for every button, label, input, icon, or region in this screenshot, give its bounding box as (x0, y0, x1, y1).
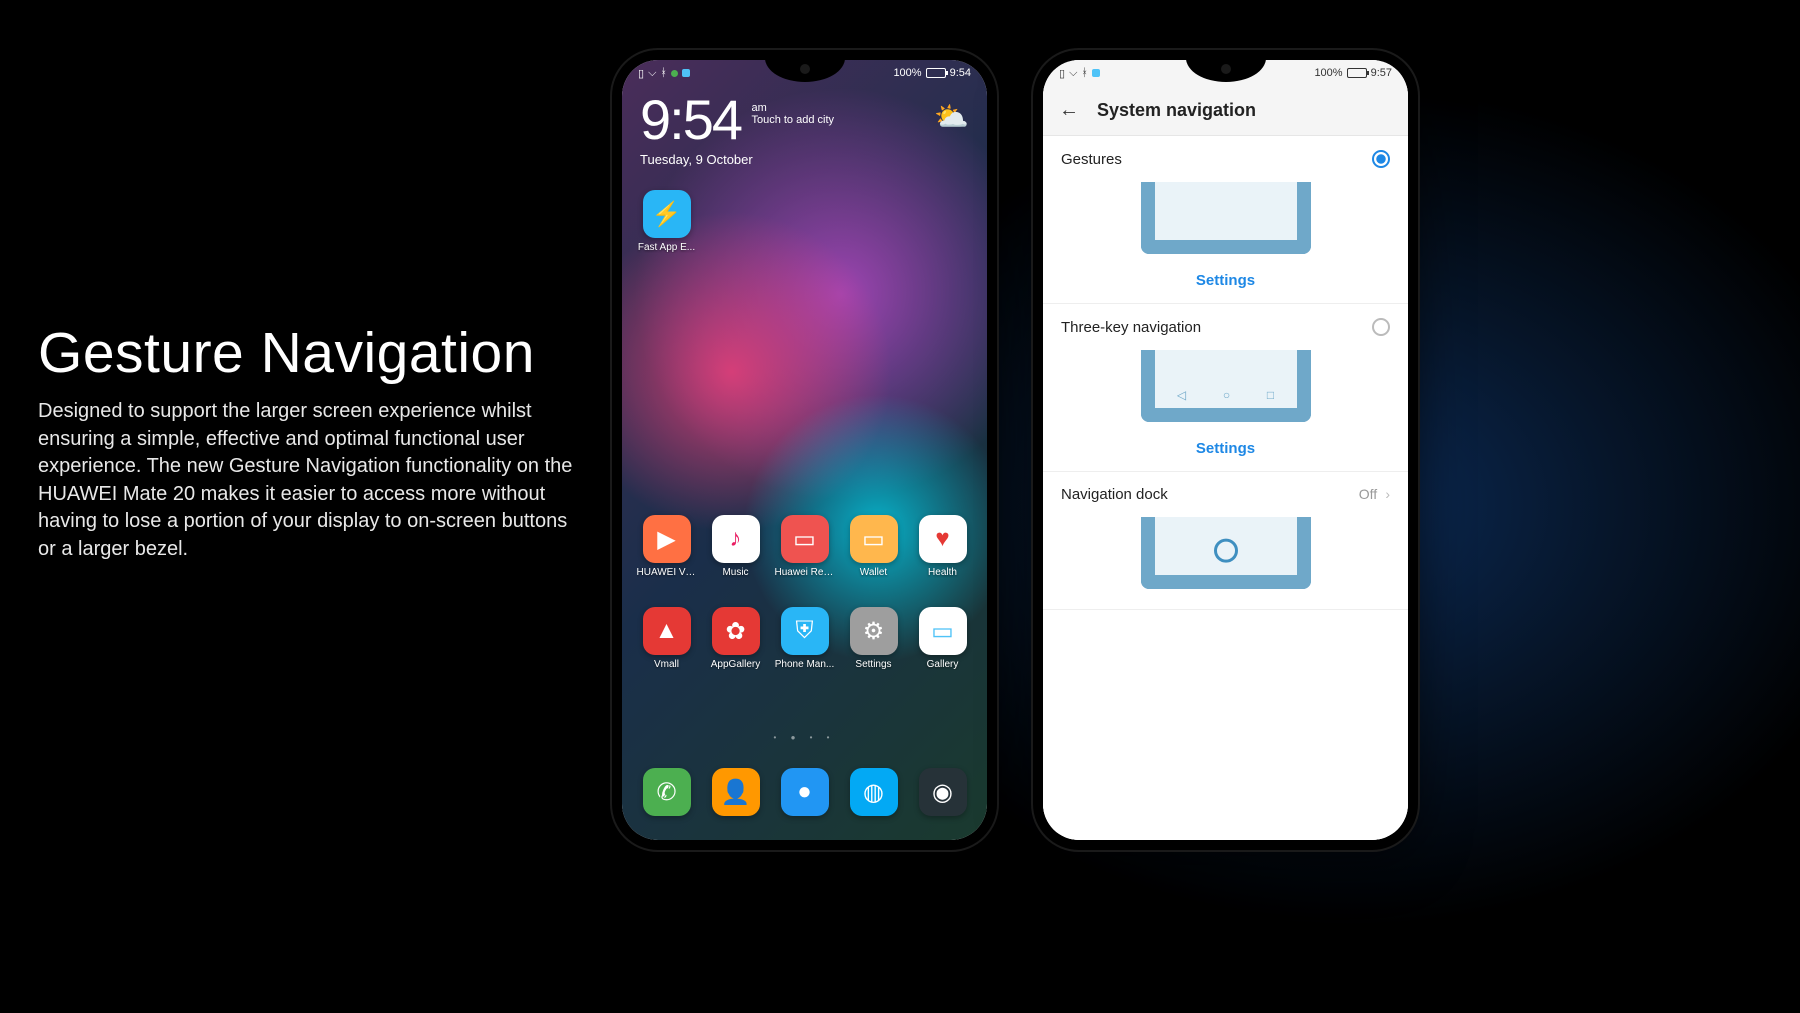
vmall-icon: ▲ (643, 607, 691, 655)
back-key-icon: ◁ (1177, 388, 1186, 402)
wifi-icon: ⌵ (1069, 67, 1077, 80)
app-wallet[interactable]: ▭ Wallet (844, 515, 904, 578)
chevron-right-icon: › (1381, 486, 1390, 502)
app-phone-man-[interactable]: ⛨ Phone Man... (775, 607, 835, 670)
app-camera[interactable]: ◉Camera (913, 768, 973, 820)
home-apps-top: ⚡ Fast App E... (634, 190, 975, 253)
app-gallery[interactable]: ▭ Gallery (913, 607, 973, 670)
gallery-icon: ▭ (919, 607, 967, 655)
bluetooth-icon: ᚼ (660, 67, 667, 79)
sim-icon: ▯ (1059, 67, 1065, 80)
app-appgallery[interactable]: ✿ AppGallery (706, 607, 766, 670)
option-label: Navigation dock (1061, 486, 1168, 503)
app-phone[interactable]: ✆Phone (637, 768, 697, 820)
home-apps-row2: ▲ Vmall ✿ AppGallery ⛨ Phone Man... ⚙ Settings ▭… (634, 607, 975, 670)
appgallery-icon: ✿ (712, 607, 760, 655)
dock-illustration (1141, 517, 1311, 589)
weather-icon[interactable]: ⛅ (934, 92, 969, 133)
phone-man--icon: ⛨ (781, 607, 829, 655)
app-label: HUAWEI Vid... (637, 567, 697, 578)
phone-mockup-settings: ▯ ⌵ ᚼ 100% 9:57 ← System navigation Gest… (1033, 50, 1418, 850)
clock-widget[interactable]: 9:54 am Touch to add city Tuesday, 9 Oct… (640, 92, 969, 167)
option-three-key[interactable]: Three-key navigation ◁ ○ □ Settings (1043, 304, 1408, 472)
headline: Gesture Navigation (38, 320, 578, 386)
dock-value: Off (1359, 486, 1377, 502)
app-messages[interactable]: ●Messages (775, 768, 835, 820)
radio-selected-icon[interactable] (1372, 150, 1390, 168)
browser-icon: ◍ (850, 768, 898, 816)
app-vmall[interactable]: ▲ Vmall (637, 607, 697, 670)
camera-icon: ◉ (919, 768, 967, 816)
status-chip-icon (682, 69, 690, 77)
app-settings[interactable]: ⚙ Settings (844, 607, 904, 670)
radio-unselected-icon[interactable] (1372, 318, 1390, 336)
app-health[interactable]: ♥ Health (913, 515, 973, 578)
app-music[interactable]: ♪ Music (706, 515, 766, 578)
option-label: Gestures (1061, 151, 1122, 168)
body-text: Designed to support the larger screen ex… (38, 398, 578, 564)
app-label: Music (706, 567, 766, 578)
status-time: 9:54 (950, 67, 971, 79)
app-label: Fast App E... (637, 242, 697, 253)
app-huawei-read[interactable]: ▭ Huawei Read (775, 515, 835, 578)
app-fast-app[interactable]: ⚡ Fast App E... (637, 190, 697, 253)
status-chip-icon (1092, 69, 1100, 77)
clock-date: Tuesday, 9 October (640, 152, 834, 167)
music-icon: ♪ (712, 515, 760, 563)
wifi-icon: ⌵ (648, 67, 656, 80)
back-button[interactable]: ← (1059, 99, 1079, 122)
threekey-settings-link[interactable]: Settings (1061, 432, 1390, 461)
settings-icon: ⚙ (850, 607, 898, 655)
health-icon: ♥ (919, 515, 967, 563)
battery-percent: 100% (893, 67, 921, 79)
gestures-illustration (1141, 182, 1311, 254)
app-label: Phone Man... (775, 659, 835, 670)
settings-title: System navigation (1097, 100, 1256, 121)
battery-icon (926, 68, 946, 78)
three-key-illustration: ◁ ○ □ (1141, 350, 1311, 422)
app-label: AppGallery (706, 659, 766, 670)
app-label: Settings (844, 659, 904, 670)
fast-app-icon: ⚡ (643, 190, 691, 238)
option-label: Three-key navigation (1061, 319, 1201, 336)
messages-icon: ● (781, 768, 829, 816)
huawei-vid--icon: ▶ (643, 515, 691, 563)
wallpaper (622, 60, 987, 840)
wallet-icon: ▭ (850, 515, 898, 563)
clock-ampm: am (751, 102, 766, 114)
clock-time: 9:54 (640, 88, 741, 151)
app-label: Huawei Read (775, 567, 835, 578)
app-label: Health (913, 567, 973, 578)
huawei-read-icon: ▭ (781, 515, 829, 563)
home-key-icon: ○ (1223, 388, 1230, 402)
battery-icon (1347, 68, 1367, 78)
status-time: 9:57 (1371, 67, 1392, 79)
option-nav-dock[interactable]: Navigation dock Off › (1043, 472, 1408, 610)
status-dot-icon (671, 70, 678, 77)
recents-key-icon: □ (1267, 388, 1274, 402)
app-label: Gallery (913, 659, 973, 670)
home-apps-row1: ▶ HUAWEI Vid... ♪ Music ▭ Huawei Read ▭ Wallet ♥… (634, 515, 975, 578)
app-browser[interactable]: ◍Browser (844, 768, 904, 820)
app-label: Vmall (637, 659, 697, 670)
home-dock: ✆Phone👤Contacts●Messages◍Browser◉Camera (634, 768, 975, 820)
battery-percent: 100% (1314, 67, 1342, 79)
marketing-copy: Gesture Navigation Designed to support t… (38, 320, 578, 564)
gestures-settings-link[interactable]: Settings (1061, 264, 1390, 293)
app-label: Wallet (844, 567, 904, 578)
app-huawei-vid-[interactable]: ▶ HUAWEI Vid... (637, 515, 697, 578)
bluetooth-icon: ᚼ (1081, 67, 1088, 79)
contacts-icon: 👤 (712, 768, 760, 816)
phone-icon: ✆ (643, 768, 691, 816)
sim-icon: ▯ (638, 67, 644, 80)
page-indicator: • ● • • (622, 733, 987, 742)
settings-header: ← System navigation (1043, 86, 1408, 136)
clock-hint: Touch to add city (751, 114, 834, 126)
phone-mockup-home: ▯ ⌵ ᚼ 100% 9:54 9:54 am Touch to add cit… (612, 50, 997, 850)
option-gestures[interactable]: Gestures Settings (1043, 136, 1408, 304)
app-contacts[interactable]: 👤Contacts (706, 768, 766, 820)
